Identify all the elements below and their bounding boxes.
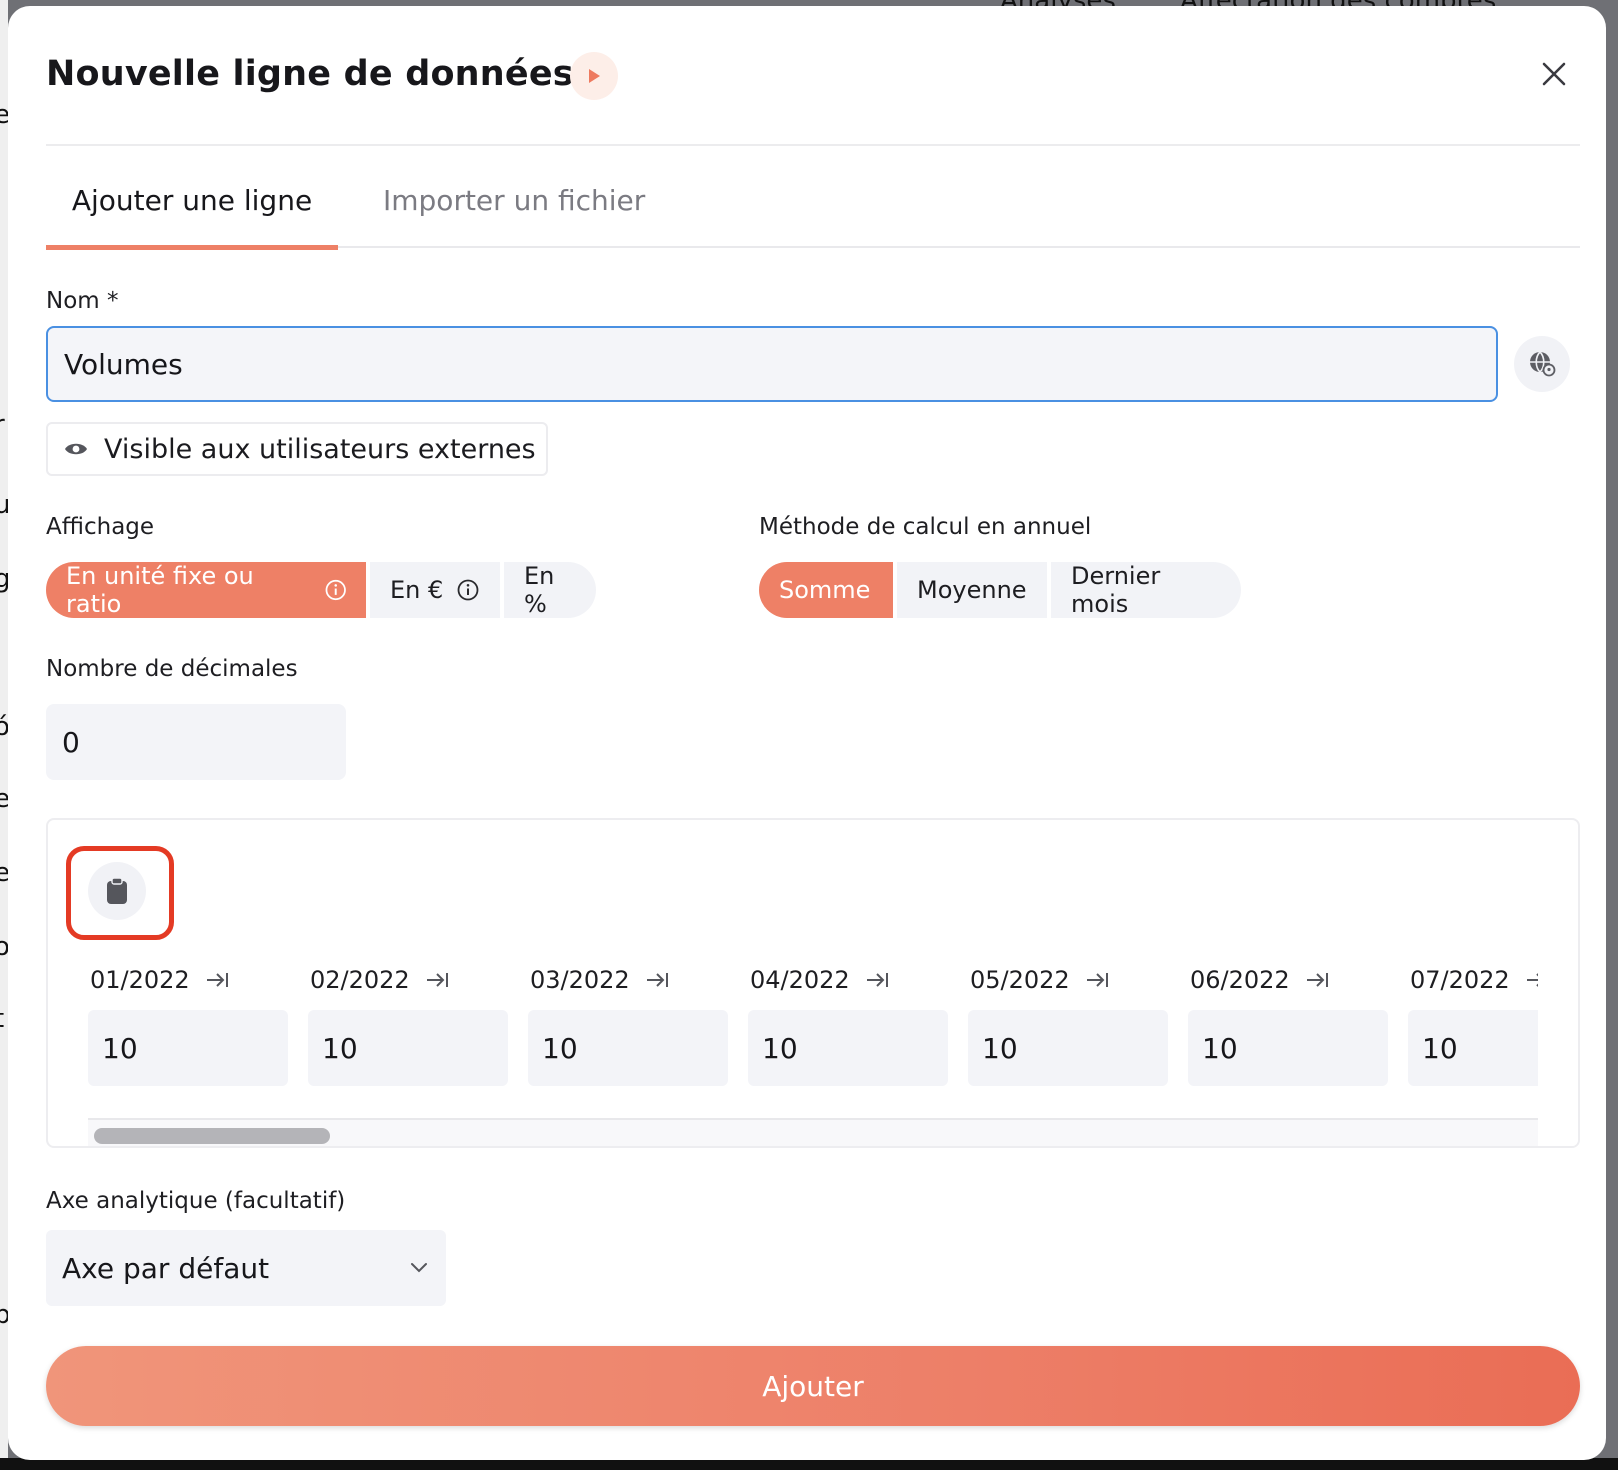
month-value-input[interactable]: 10 <box>88 1010 288 1086</box>
info-icon <box>325 579 346 601</box>
affichage-option-percent-label: En % <box>524 562 555 618</box>
close-icon <box>1542 62 1566 86</box>
scroll-clip-mask <box>1538 950 1578 1146</box>
methode-segmented-control: Somme Moyenne Dernier mois <box>759 562 1241 618</box>
month-label: 07/2022 <box>1410 966 1510 994</box>
play-tutorial-button[interactable] <box>570 52 618 100</box>
play-icon <box>589 69 600 83</box>
eye-icon <box>65 443 87 455</box>
methode-label: Méthode de calcul en annuel <box>759 514 1092 540</box>
fill-right-icon[interactable] <box>206 971 230 989</box>
month-column: 06/2022 10 <box>1188 960 1388 1086</box>
translate-button[interactable] <box>1514 336 1570 392</box>
close-button[interactable] <box>1534 54 1574 94</box>
globe-icon <box>1530 351 1556 377</box>
month-label: 03/2022 <box>530 966 630 994</box>
new-data-line-modal: Nouvelle ligne de données Ajouter une li… <box>8 6 1606 1460</box>
month-column: 02/2022 10 <box>308 960 508 1086</box>
month-value-input[interactable]: 10 <box>528 1010 728 1086</box>
month-value-input[interactable]: 10 <box>308 1010 508 1086</box>
affichage-option-unite[interactable]: En unité fixe ou ratio <box>46 562 366 618</box>
affichage-label: Affichage <box>46 514 155 540</box>
month-label: 06/2022 <box>1190 966 1290 994</box>
visibility-toggle[interactable]: Visible aux utilisateurs externes <box>46 422 548 476</box>
tab-ajouter-une-ligne[interactable]: Ajouter une ligne <box>46 148 338 250</box>
fill-right-icon[interactable] <box>646 971 670 989</box>
month-label: 01/2022 <box>90 966 190 994</box>
affichage-option-euro-label: En € <box>390 576 444 604</box>
monthly-values-panel: 01/2022 10 02/2022 10 03/2022 10 04/2022… <box>46 818 1580 1148</box>
horizontal-scrollbar[interactable] <box>88 1118 1538 1146</box>
month-column: 04/2022 10 <box>748 960 948 1086</box>
chevron-down-icon <box>411 1263 427 1273</box>
decimales-input[interactable]: 0 <box>46 704 346 780</box>
methode-option-moyenne-label: Moyenne <box>917 576 1027 604</box>
month-column: 01/2022 10 <box>88 960 288 1086</box>
affichage-option-euro[interactable]: En € <box>370 562 500 618</box>
modal-title: Nouvelle ligne de données <box>46 54 574 94</box>
axe-select[interactable]: Axe par défaut <box>46 1230 446 1306</box>
decimales-label: Nombre de décimales <box>46 656 298 682</box>
modal-header: Nouvelle ligne de données <box>46 50 1580 146</box>
month-label: 02/2022 <box>310 966 410 994</box>
name-input[interactable]: Volumes <box>46 326 1498 402</box>
methode-option-somme-label: Somme <box>779 576 871 604</box>
methode-option-dernier-mois[interactable]: Dernier mois <box>1051 562 1241 618</box>
month-value-input[interactable]: 10 <box>748 1010 948 1086</box>
fill-right-icon[interactable] <box>426 971 450 989</box>
month-value-input[interactable]: 10 <box>968 1010 1168 1086</box>
visibility-label: Visible aux utilisateurs externes <box>104 433 536 465</box>
tab-importer-un-fichier[interactable]: Importer un fichier <box>383 148 645 248</box>
info-icon <box>457 579 479 601</box>
add-button[interactable]: Ajouter <box>46 1346 1580 1426</box>
affichage-option-unite-label: En unité fixe ou ratio <box>66 562 254 618</box>
axe-label: Axe analytique (facultatif) <box>46 1188 346 1214</box>
scrollbar-thumb[interactable] <box>94 1128 330 1144</box>
modal-tabs: Ajouter une ligne Importer un fichier <box>46 148 1580 250</box>
fill-right-icon[interactable] <box>1306 971 1330 989</box>
name-label: Nom * <box>46 288 119 314</box>
month-value-input[interactable]: 10 <box>1188 1010 1388 1086</box>
methode-option-somme[interactable]: Somme <box>759 562 893 618</box>
affichage-segmented-control: En unité fixe ou ratio En € En % <box>46 562 596 618</box>
fill-right-icon[interactable] <box>866 971 890 989</box>
month-column: 03/2022 10 <box>528 960 728 1086</box>
month-column: 05/2022 10 <box>968 960 1168 1086</box>
month-label: 04/2022 <box>750 966 850 994</box>
month-label: 05/2022 <box>970 966 1070 994</box>
axe-select-value: Axe par défaut <box>62 1251 270 1285</box>
fill-right-icon[interactable] <box>1086 971 1110 989</box>
affichage-option-percent[interactable]: En % <box>504 562 596 618</box>
methode-option-moyenne[interactable]: Moyenne <box>897 562 1047 618</box>
paste-button[interactable] <box>88 862 146 920</box>
clipboard-icon <box>107 877 127 904</box>
background-sidebar: e r u g ó e e o t l l l p l <box>0 0 11 1470</box>
methode-option-dernier-mois-label: Dernier mois <box>1071 562 1161 618</box>
